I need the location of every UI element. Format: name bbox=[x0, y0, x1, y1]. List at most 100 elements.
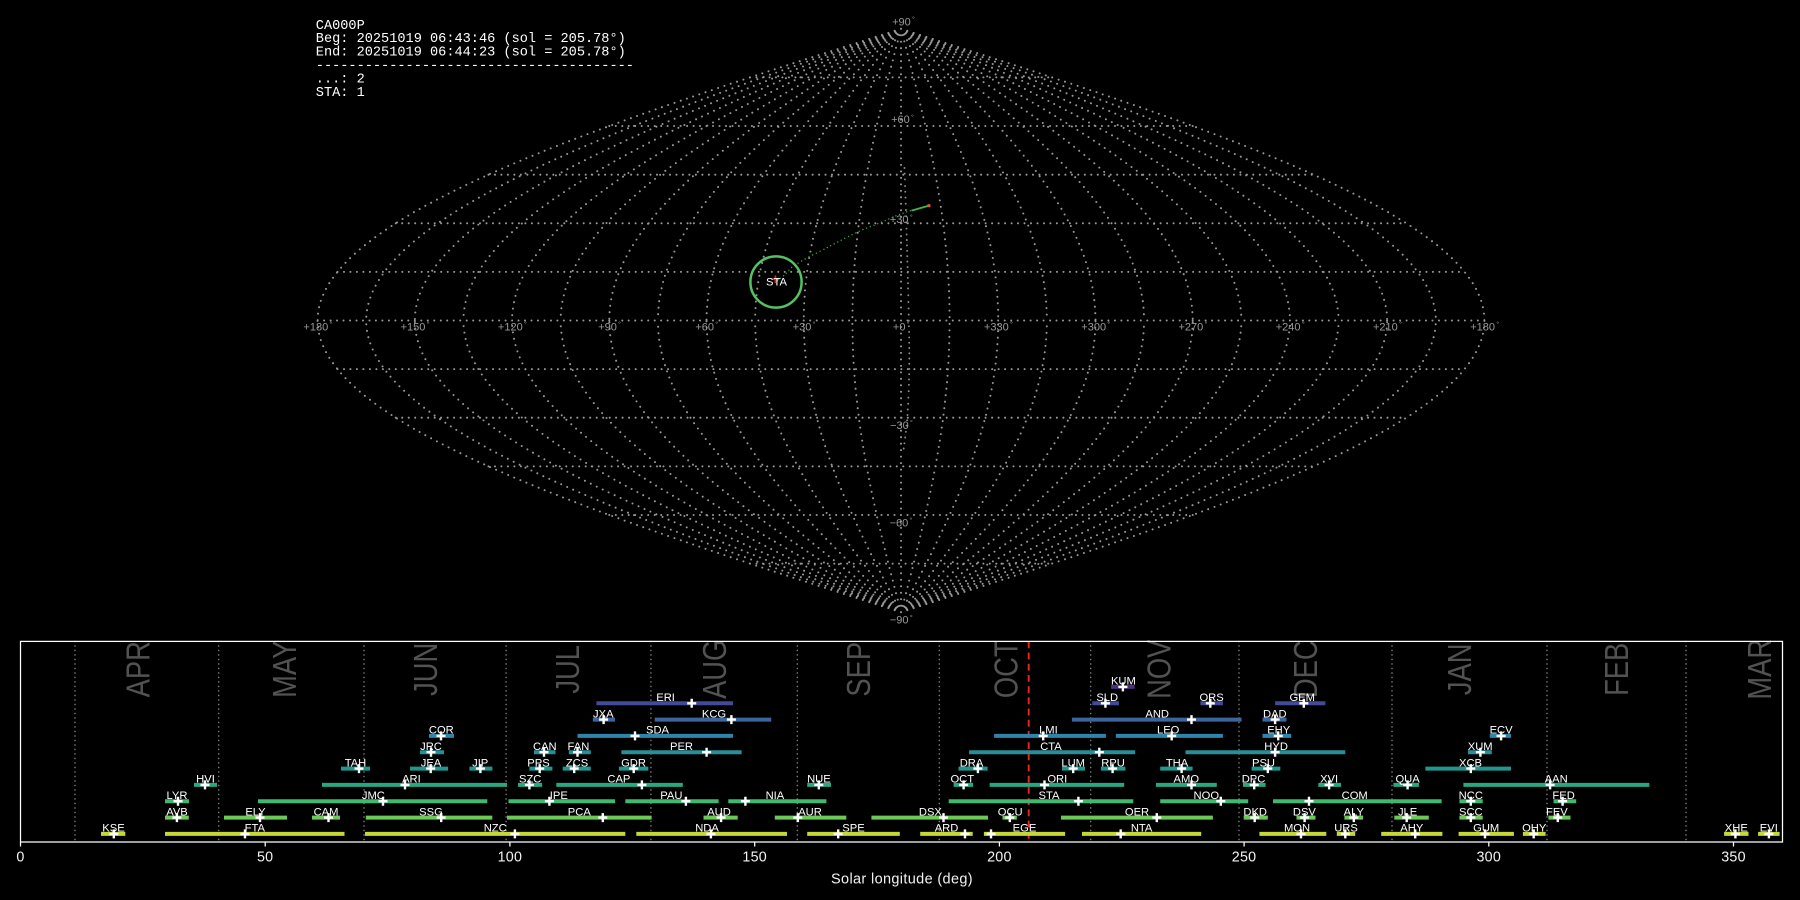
svg-text:PCA: PCA bbox=[568, 806, 592, 818]
svg-text:JIP: JIP bbox=[472, 757, 488, 769]
svg-text:Solar longitude (deg): Solar longitude (deg) bbox=[831, 871, 973, 887]
svg-text:KCG: KCG bbox=[702, 708, 726, 720]
svg-text:+120°: +120° bbox=[498, 320, 527, 334]
svg-text:DAD: DAD bbox=[1263, 708, 1287, 720]
svg-text:+180°: +180° bbox=[303, 320, 332, 334]
svg-text:HVI: HVI bbox=[196, 774, 215, 786]
svg-text:100: 100 bbox=[498, 850, 523, 866]
svg-text:FEV: FEV bbox=[1546, 806, 1568, 818]
svg-text:SSG: SSG bbox=[419, 806, 443, 818]
svg-text:NDA: NDA bbox=[695, 823, 719, 835]
svg-text:GEM: GEM bbox=[1289, 692, 1314, 704]
svg-text:XVI: XVI bbox=[1320, 774, 1338, 786]
svg-text:EGE: EGE bbox=[1013, 823, 1037, 835]
svg-text:ORI: ORI bbox=[1047, 774, 1067, 786]
svg-text:+180°: +180° bbox=[1470, 320, 1499, 334]
svg-text:ALY: ALY bbox=[1344, 806, 1365, 818]
svg-text:EVI: EVI bbox=[1760, 823, 1778, 835]
svg-text:AND: AND bbox=[1145, 708, 1169, 720]
svg-text:0: 0 bbox=[16, 850, 24, 866]
svg-text:+330°: +330° bbox=[984, 320, 1013, 334]
svg-text:NOV: NOV bbox=[1141, 639, 1178, 699]
svg-text:JXA: JXA bbox=[593, 708, 614, 720]
svg-text:FED: FED bbox=[1552, 790, 1574, 802]
svg-text:QUA: QUA bbox=[1395, 774, 1420, 786]
svg-text:CAP: CAP bbox=[607, 774, 630, 786]
svg-text:SZC: SZC bbox=[519, 774, 541, 786]
svg-text:300: 300 bbox=[1476, 850, 1501, 866]
svg-text:SDA: SDA bbox=[646, 725, 670, 737]
svg-text:APR: APR bbox=[120, 641, 157, 697]
svg-text:LMI: LMI bbox=[1039, 725, 1058, 737]
svg-text:KSE: KSE bbox=[102, 823, 124, 835]
svg-text:OCT: OCT bbox=[988, 640, 1025, 698]
svg-text:JAN: JAN bbox=[1442, 643, 1479, 695]
svg-text:SLD: SLD bbox=[1096, 692, 1118, 704]
svg-text:DSV: DSV bbox=[1293, 806, 1317, 818]
svg-text:PAU: PAU bbox=[660, 790, 682, 802]
svg-text:COM: COM bbox=[1342, 790, 1368, 802]
svg-text:AUG: AUG bbox=[697, 640, 734, 699]
svg-text:NIA: NIA bbox=[766, 790, 785, 802]
svg-text:+270°: +270° bbox=[1179, 320, 1208, 334]
svg-text:NUE: NUE bbox=[807, 774, 831, 786]
svg-text:SEP: SEP bbox=[841, 642, 878, 697]
svg-text:CQR: CQR bbox=[429, 725, 454, 737]
svg-text:+150°: +150° bbox=[401, 320, 430, 334]
svg-text:MAR: MAR bbox=[1742, 639, 1779, 700]
svg-text:STA: STA bbox=[766, 276, 787, 288]
svg-text:ECV: ECV bbox=[1490, 725, 1514, 737]
svg-text:MAY: MAY bbox=[267, 641, 304, 698]
svg-text:JMC: JMC bbox=[362, 790, 385, 802]
svg-text:JUN: JUN bbox=[408, 643, 445, 696]
svg-text:AAN: AAN bbox=[1545, 774, 1568, 786]
svg-text:DEC: DEC bbox=[1288, 640, 1325, 698]
svg-text:350: 350 bbox=[1721, 850, 1746, 866]
svg-text:KUM: KUM bbox=[1111, 676, 1136, 688]
svg-text:+240°: +240° bbox=[1276, 320, 1305, 334]
svg-text:HYD: HYD bbox=[1264, 741, 1288, 753]
svg-text:PER: PER bbox=[670, 741, 693, 753]
svg-text:DKD: DKD bbox=[1243, 806, 1267, 818]
svg-text:50: 50 bbox=[257, 850, 273, 866]
svg-text:JUL: JUL bbox=[550, 645, 587, 694]
svg-text:XHE: XHE bbox=[1725, 823, 1748, 835]
svg-text:OER: OER bbox=[1125, 806, 1149, 818]
svg-text:+210°: +210° bbox=[1373, 320, 1402, 334]
svg-text:AUR: AUR bbox=[798, 806, 822, 818]
svg-text:CAM: CAM bbox=[314, 806, 339, 818]
svg-text:OCT: OCT bbox=[950, 774, 974, 786]
svg-text:DPC: DPC bbox=[1242, 774, 1266, 786]
svg-text:ERI: ERI bbox=[656, 692, 675, 704]
svg-text:LEO: LEO bbox=[1157, 725, 1180, 737]
svg-text:CAN: CAN bbox=[533, 741, 557, 753]
svg-text:ZCS: ZCS bbox=[566, 757, 588, 769]
svg-text:FTA: FTA bbox=[245, 823, 266, 835]
svg-text:FAN: FAN bbox=[568, 741, 590, 753]
svg-text:JLE: JLE bbox=[1398, 806, 1417, 818]
svg-text:NOO: NOO bbox=[1194, 790, 1220, 802]
svg-text:LUM: LUM bbox=[1061, 757, 1085, 769]
svg-text:PSU: PSU bbox=[1252, 757, 1275, 769]
svg-text:URS: URS bbox=[1334, 823, 1358, 835]
svg-text:AMO: AMO bbox=[1174, 774, 1200, 786]
svg-text:THA: THA bbox=[1166, 757, 1189, 769]
svg-text:AUD: AUD bbox=[707, 806, 731, 818]
svg-text:SPE: SPE bbox=[842, 823, 864, 835]
svg-text:XCB: XCB bbox=[1459, 757, 1482, 769]
svg-text:RPU: RPU bbox=[1101, 757, 1125, 769]
svg-text:AVB: AVB bbox=[166, 806, 188, 818]
svg-text:ARD: ARD bbox=[935, 823, 959, 835]
svg-text:STA: 1: STA: 1 bbox=[316, 86, 365, 101]
svg-text:ARI: ARI bbox=[402, 774, 421, 786]
svg-text:ORS: ORS bbox=[1199, 692, 1223, 704]
svg-text:SCC: SCC bbox=[1459, 806, 1483, 818]
svg-text:GDR: GDR bbox=[621, 757, 646, 769]
svg-text:JRC: JRC bbox=[420, 741, 442, 753]
svg-text:+300°: +300° bbox=[1081, 320, 1110, 334]
svg-text:150: 150 bbox=[742, 850, 767, 866]
svg-text:MON: MON bbox=[1284, 823, 1310, 835]
svg-text:STA: STA bbox=[1039, 790, 1060, 802]
svg-text:250: 250 bbox=[1232, 850, 1257, 866]
svg-text:NTA: NTA bbox=[1131, 823, 1153, 835]
